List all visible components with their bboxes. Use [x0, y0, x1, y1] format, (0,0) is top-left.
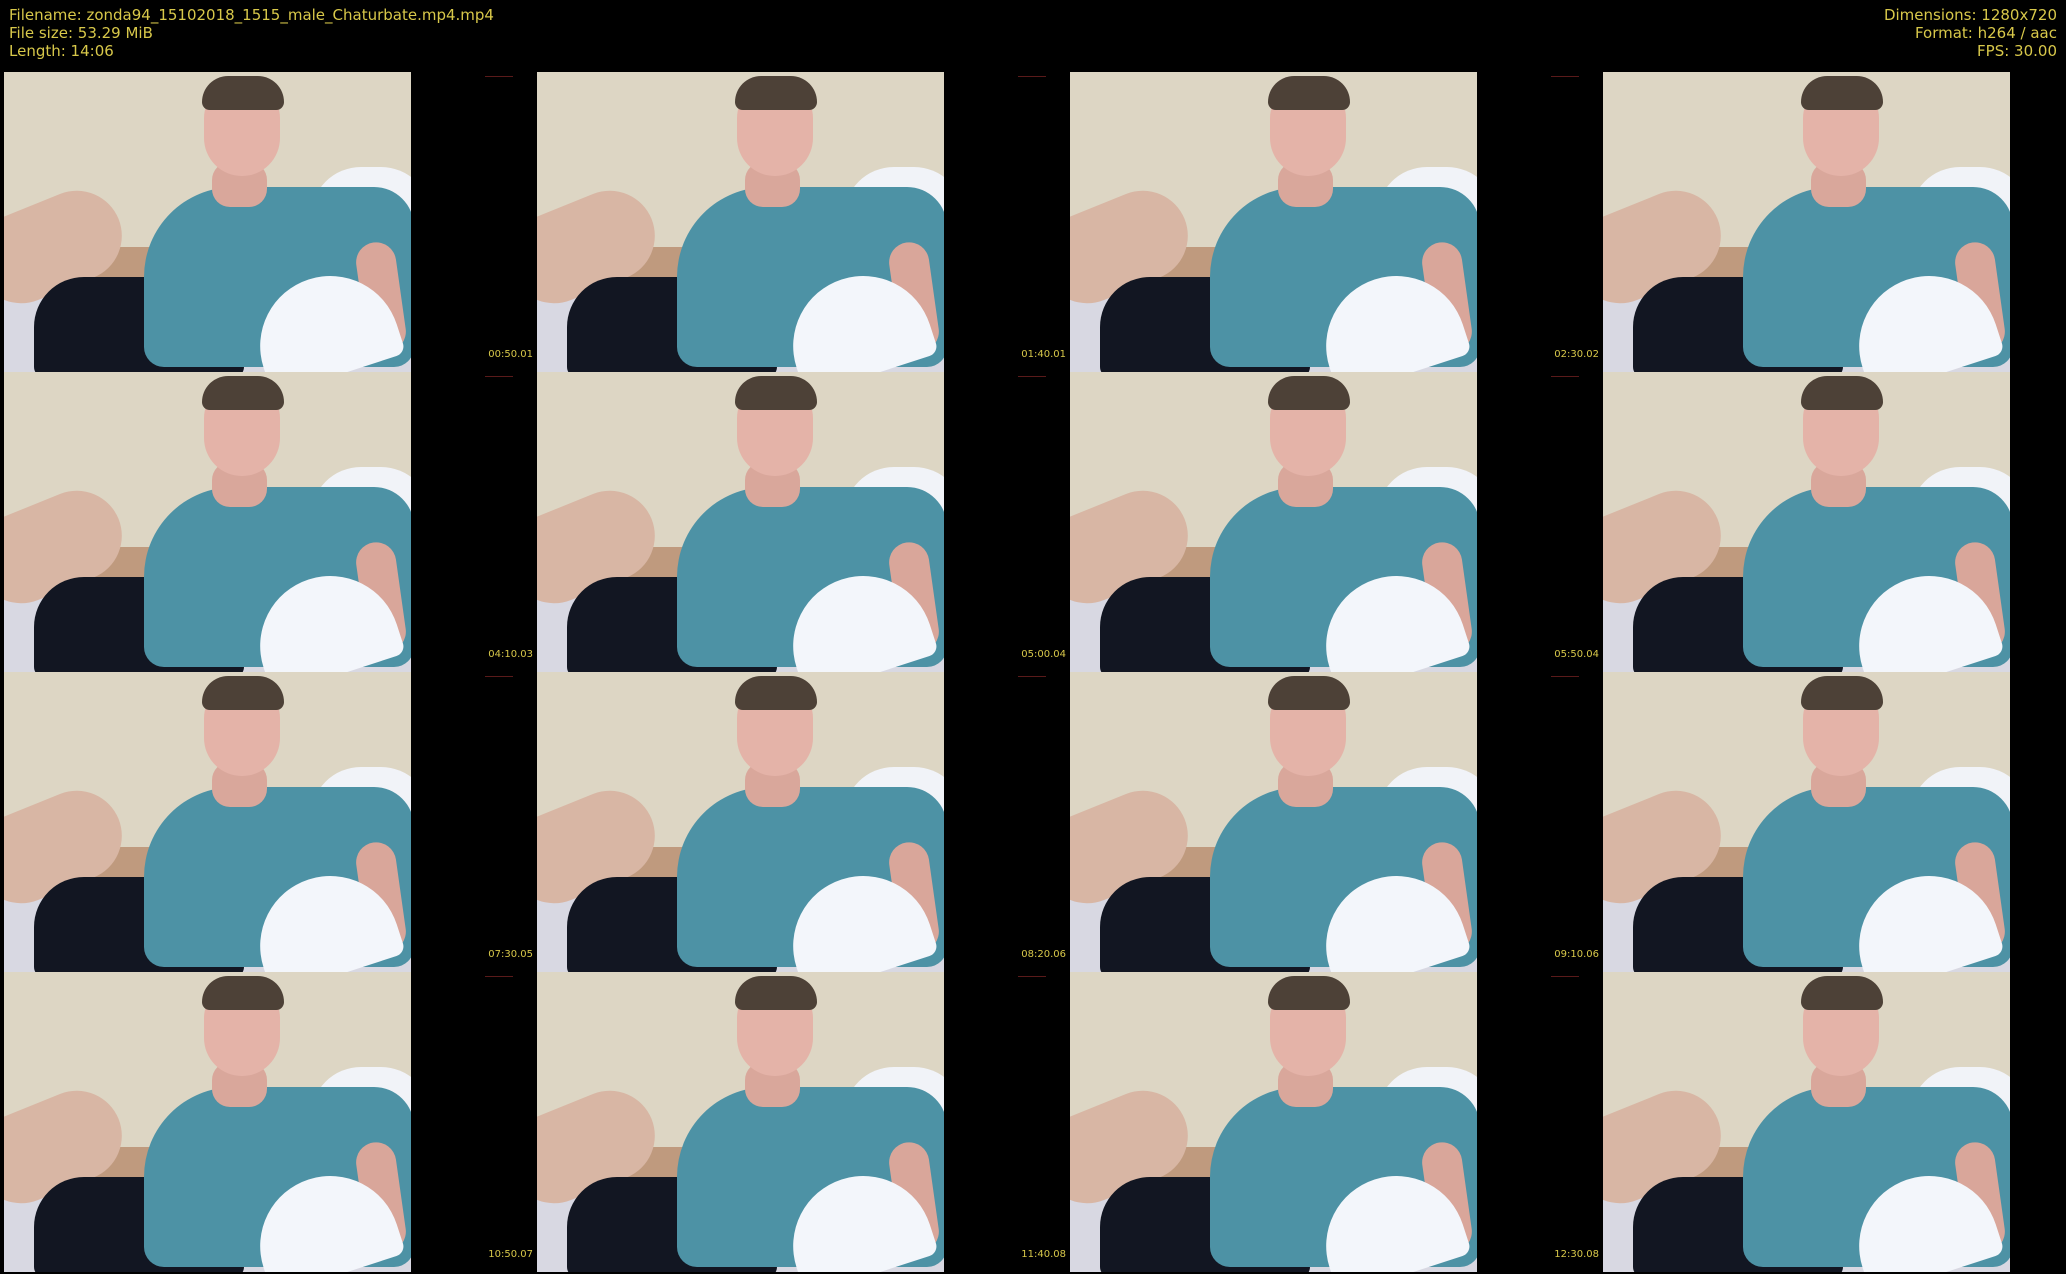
- file-size-text: File size: 53.29 MiB: [9, 24, 153, 42]
- thumbnail-cell[interactable]: 03:20.02: [1599, 72, 2066, 372]
- frame-marker: [1551, 76, 1579, 77]
- timestamp-label: 05:50.04: [1554, 649, 1599, 660]
- frame-marker: [1018, 676, 1046, 677]
- timestamp-label: 12:30.08: [1554, 1249, 1599, 1260]
- timestamp-label: 09:10.06: [1554, 949, 1599, 960]
- thumbnail-cell[interactable]: 12:30.08: [1066, 972, 1599, 1272]
- video-frame-image[interactable]: [1070, 72, 1477, 372]
- frame-marker: [485, 676, 513, 677]
- video-frame-image[interactable]: [4, 372, 411, 672]
- thumbnail-cell[interactable]: 05:00.04: [533, 372, 1066, 672]
- hair: [1801, 976, 1883, 1010]
- hair: [735, 376, 817, 410]
- hair: [1268, 976, 1350, 1010]
- fps-text: FPS: 30.00: [1977, 42, 2057, 60]
- video-frame-image[interactable]: [537, 72, 944, 372]
- thumbnail-cell[interactable]: 11:40.08: [533, 972, 1066, 1272]
- thumbnail-cell[interactable]: 09:10.06: [1066, 672, 1599, 972]
- video-frame-image[interactable]: [537, 672, 944, 972]
- timestamp-label: 00:50.01: [488, 349, 533, 360]
- timestamp-label: 11:40.08: [1021, 1249, 1066, 1260]
- timestamp-label: 10:50.07: [488, 1249, 533, 1260]
- frame-marker: [485, 976, 513, 977]
- hair: [1268, 676, 1350, 710]
- frame-marker: [1551, 676, 1579, 677]
- thumbnail-cell[interactable]: 07:30.05: [0, 672, 533, 972]
- video-frame-image[interactable]: [4, 672, 411, 972]
- frame-marker: [1551, 976, 1579, 977]
- hair: [735, 976, 817, 1010]
- frame-marker: [485, 76, 513, 77]
- frame-marker: [1018, 976, 1046, 977]
- hair: [1801, 76, 1883, 110]
- video-frame-image[interactable]: [1070, 672, 1477, 972]
- file-info: Filename: zonda94_15102018_1515_male_Cha…: [9, 6, 494, 60]
- frame-marker: [1018, 76, 1046, 77]
- hair: [1268, 376, 1350, 410]
- hair: [202, 676, 284, 710]
- filename-text: Filename: zonda94_15102018_1515_male_Cha…: [9, 6, 494, 24]
- video-frame-image[interactable]: [1070, 372, 1477, 672]
- video-frame-image[interactable]: [1603, 672, 2010, 972]
- hair: [202, 376, 284, 410]
- dimensions-text: Dimensions: 1280x720: [1883, 6, 2057, 24]
- thumbnail-cell[interactable]: 13:20.09: [1599, 972, 2066, 1272]
- thumbnail-cell[interactable]: 00:50.01: [0, 72, 533, 372]
- hair: [1801, 676, 1883, 710]
- video-frame-image[interactable]: [1603, 972, 2010, 1272]
- video-frame-image[interactable]: [537, 372, 944, 672]
- frame-marker: [1551, 376, 1579, 377]
- video-frame-image[interactable]: [1070, 972, 1477, 1272]
- thumbnail-grid: 00:50.01 01:40.01 02:30.02 04:10.03 05:0…: [0, 72, 2066, 1274]
- timestamp-label: 07:30.05: [488, 949, 533, 960]
- video-frame-image[interactable]: [1603, 372, 2010, 672]
- hair: [202, 76, 284, 110]
- timestamp-label: 01:40.01: [1021, 349, 1066, 360]
- video-info: Dimensions: 1280x720 Format: h264 / aac …: [1884, 6, 2057, 60]
- timestamp-label: 05:00.04: [1021, 649, 1066, 660]
- hair: [1268, 76, 1350, 110]
- length-text: Length: 14:06: [9, 42, 114, 60]
- format-text: Format: h264 / aac: [1914, 24, 2057, 42]
- thumbnail-cell[interactable]: 06:40.05: [1599, 372, 2066, 672]
- hair: [202, 976, 284, 1010]
- thumbnail-cell[interactable]: 10:50.07: [0, 972, 533, 1272]
- thumbnail-cell[interactable]: 01:40.01: [533, 72, 1066, 372]
- video-frame-image[interactable]: [537, 972, 944, 1272]
- video-frame-image[interactable]: [1603, 72, 2010, 372]
- timestamp-label: 08:20.06: [1021, 949, 1066, 960]
- timestamp-label: 04:10.03: [488, 649, 533, 660]
- thumbnail-cell[interactable]: 10:00.07: [1599, 672, 2066, 972]
- video-frame-image[interactable]: [4, 972, 411, 1272]
- thumbnail-cell[interactable]: 02:30.02: [1066, 72, 1599, 372]
- video-frame-image[interactable]: [4, 72, 411, 372]
- frame-marker: [485, 376, 513, 377]
- thumbnail-cell[interactable]: 04:10.03: [0, 372, 533, 672]
- thumbnail-cell[interactable]: 08:20.06: [533, 672, 1066, 972]
- hair: [1801, 376, 1883, 410]
- thumbnail-cell[interactable]: 05:50.04: [1066, 372, 1599, 672]
- hair: [735, 76, 817, 110]
- timestamp-label: 02:30.02: [1554, 349, 1599, 360]
- hair: [735, 676, 817, 710]
- frame-marker: [1018, 376, 1046, 377]
